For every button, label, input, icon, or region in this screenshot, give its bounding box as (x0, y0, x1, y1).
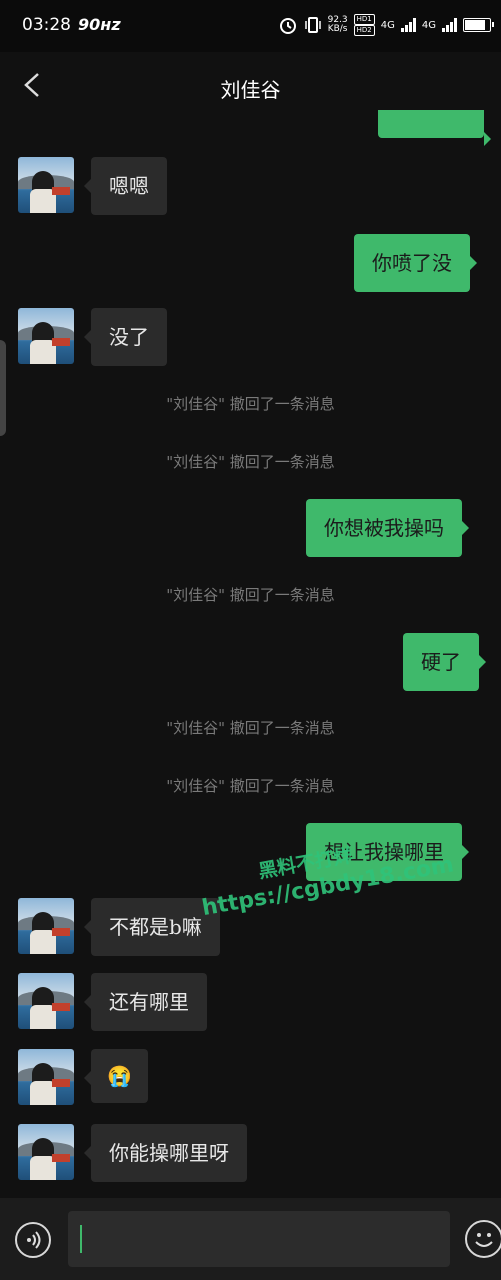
recall-notice: "刘佳谷" 撤回了一条消息 (166, 395, 335, 413)
message-bubble-incoming[interactable]: 嗯嗯 (84, 157, 167, 215)
message-bubble-outgoing[interactable]: 硬了 (403, 633, 486, 691)
hd-badges: HD1 HD2 (353, 14, 375, 36)
avatar[interactable] (18, 1049, 74, 1105)
avatar[interactable] (18, 1124, 74, 1180)
status-bar: 03:28 90ʜz 92.3 KB/s HD1 HD2 4G 4G (0, 0, 501, 52)
hd2-badge: HD2 (353, 25, 375, 36)
message-bubble-outgoing[interactable]: 你喷了没 (354, 234, 477, 292)
message-bubble-outgoing[interactable]: 你想被我操吗 (306, 499, 469, 557)
network-type: 4G (380, 19, 395, 31)
signal-icon-2 (442, 18, 457, 32)
avatar[interactable] (18, 157, 74, 213)
hd1-badge: HD1 (353, 14, 375, 25)
avatar[interactable] (18, 973, 74, 1029)
status-icons: 92.3 KB/s HD1 HD2 4G 4G (278, 14, 494, 36)
vibrate-icon (304, 17, 321, 33)
text-caret (80, 1225, 82, 1253)
message-bubble-incoming[interactable]: 还有哪里 (84, 973, 207, 1031)
message-bubble-incoming[interactable]: 没了 (84, 308, 167, 366)
recall-notice: "刘佳谷" 撤回了一条消息 (166, 719, 335, 737)
refresh-rate: 90ʜz (78, 15, 121, 34)
alarm-icon (279, 18, 296, 34)
message-bubble-incoming[interactable]: 你能操哪里呀 (84, 1124, 247, 1182)
message-bubble-incoming[interactable]: 不都是b嘛 (84, 898, 220, 956)
network-type-2: 4G (421, 19, 436, 31)
input-bar (0, 1198, 501, 1280)
message-bubble-partial[interactable] (378, 110, 491, 146)
chat-header: 刘佳谷 (0, 52, 501, 118)
message-input[interactable] (68, 1211, 450, 1267)
network-speed: 92.3 KB/s (328, 16, 348, 34)
battery-icon (463, 18, 494, 32)
side-handle[interactable] (0, 340, 6, 436)
avatar[interactable] (18, 898, 74, 954)
voice-icon[interactable] (15, 1222, 51, 1258)
status-time: 03:28 (22, 15, 71, 35)
speed-unit: KB/s (327, 24, 348, 34)
recall-notice: "刘佳谷" 撤回了一条消息 (166, 586, 335, 604)
recall-notice: "刘佳谷" 撤回了一条消息 (166, 777, 335, 795)
emoji-icon[interactable] (465, 1220, 501, 1258)
avatar[interactable] (18, 308, 74, 364)
message-bubble-emoji[interactable]: 😭 (84, 1049, 148, 1103)
recall-notice: "刘佳谷" 撤回了一条消息 (166, 453, 335, 471)
chat-title: 刘佳谷 (220, 78, 281, 102)
signal-icon (400, 18, 416, 32)
